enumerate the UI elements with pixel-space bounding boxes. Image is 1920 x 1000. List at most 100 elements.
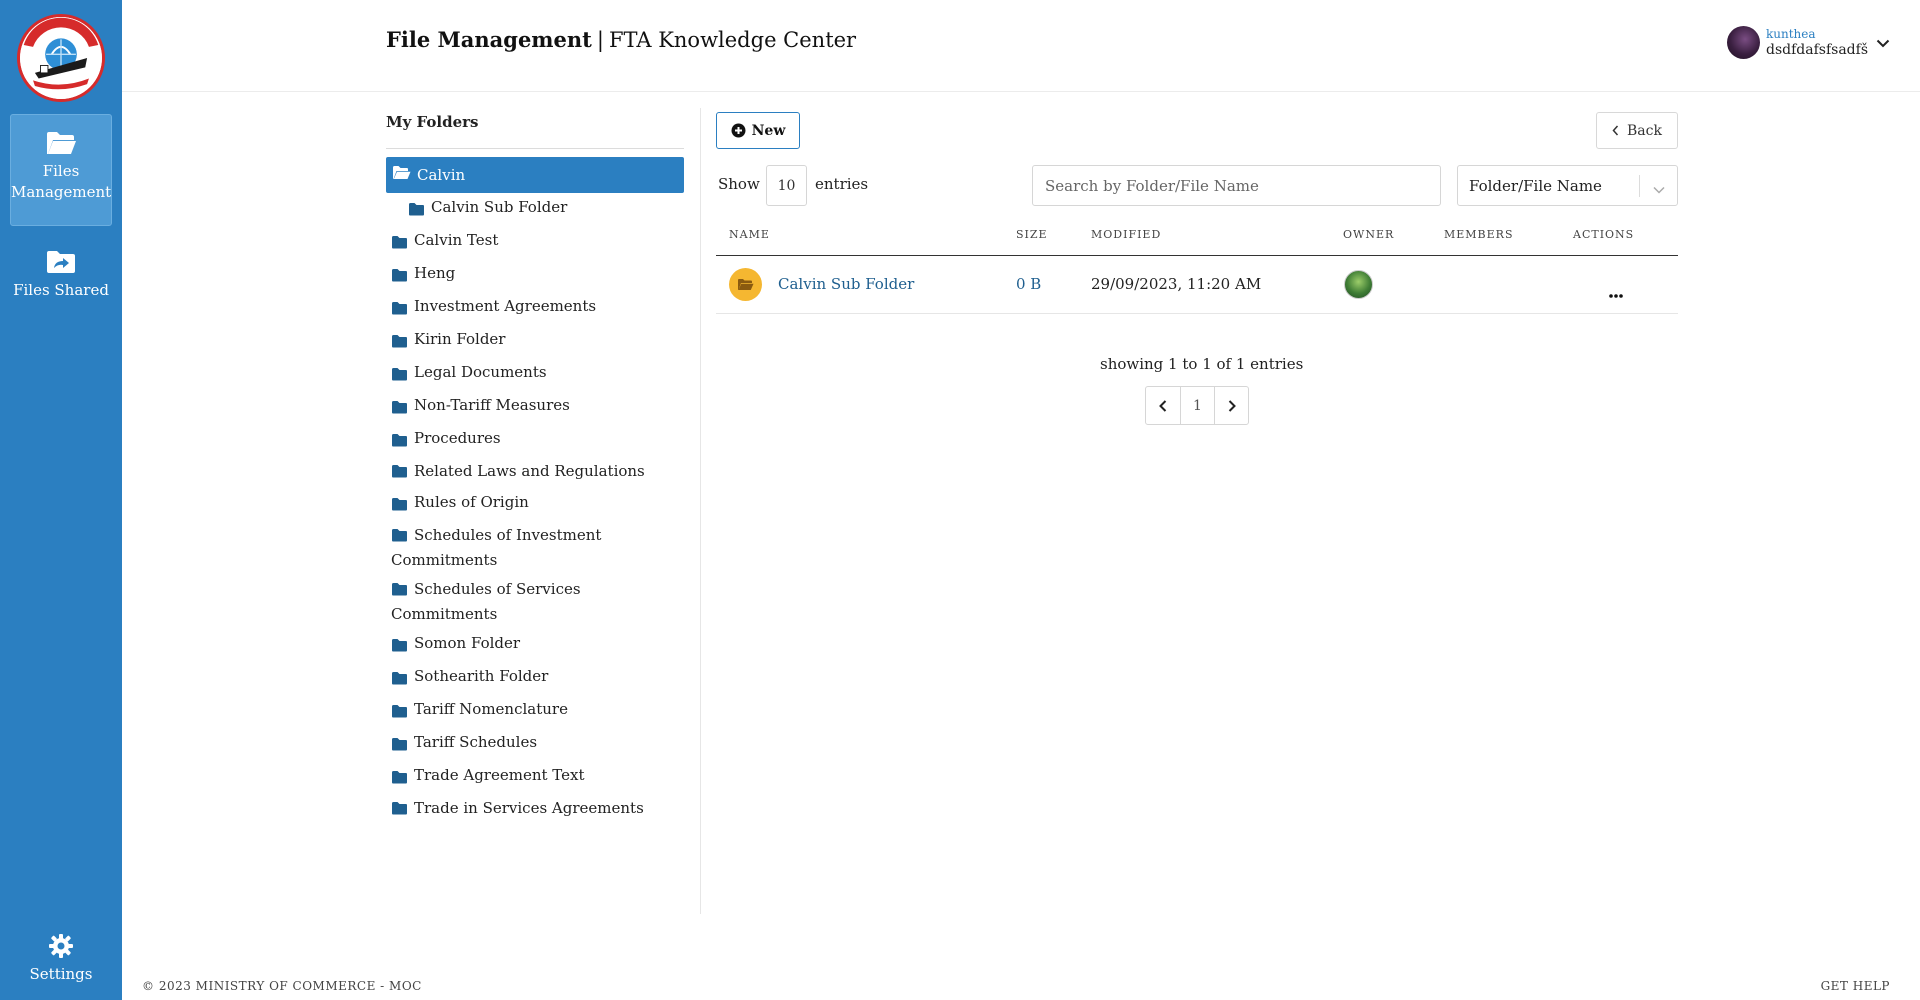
folder-icon [391,431,408,454]
chevron-down-icon[interactable] [1876,33,1890,52]
folder-open-icon [11,130,111,156]
sidebar: Files Management Files Shared Settings [0,0,122,1000]
column-header-name[interactable]: NAME [729,228,770,241]
folder-open-icon [729,268,762,301]
tree-folder-label: Investment Agreements [414,297,597,315]
tree-folder-item[interactable]: Rules of Origin [386,491,684,518]
get-help-link[interactable]: GET HELP [1821,979,1890,993]
header: File Management | FTA Knowledge Center kun… [122,0,1920,92]
nav-files-shared[interactable]: Files Shared [10,243,112,313]
nav-files-shared-label: Files Shared [13,281,109,299]
folder-icon [391,266,408,289]
tree-folder-label: Trade in Services Agreements [414,799,644,817]
folder-icon [391,526,408,549]
tree-folder-item[interactable]: Related Laws and Regulations [386,460,684,485]
footer-copyright: © 2023 MINISTRY OF COMMERCE - MOC [142,979,422,993]
tree-folder-item[interactable]: Calvin [386,157,684,193]
tree-folder-label: Procedures [414,429,501,447]
nav-files-management[interactable]: Files Management [10,114,112,226]
chevron-down-icon[interactable] [1653,180,1665,198]
tree-folder-item[interactable]: Schedules of Investment Commitments [386,524,684,572]
chevron-left-icon [1159,399,1167,412]
folder-icon [391,299,408,322]
column-header-members: MEMBERS [1444,228,1514,241]
user-avatar[interactable] [1727,26,1760,59]
folder-icon [408,200,425,223]
tree-folder-item[interactable]: Sothearith Folder [386,665,684,692]
column-header-size[interactable]: SIZE [1016,228,1048,241]
back-button[interactable]: Back [1596,112,1678,149]
row-divider [716,313,1678,314]
new-button-label: New [751,122,786,139]
tree-folder-label: Kirin Folder [414,330,506,348]
folder-icon [391,233,408,256]
tree-folder-item[interactable]: Non-Tariff Measures [386,394,684,421]
tree-folder-label: Calvin Test [414,231,499,249]
folder-icon [391,636,408,659]
tree-folder-item[interactable]: Trade Agreement Text [386,764,684,791]
tree-folder-label: Somon Folder [414,634,521,652]
tree-folder-label: Tariff Schedules [414,733,538,751]
tree-folder-label: Trade Agreement Text [414,766,585,784]
pagination-prev-button[interactable] [1146,387,1180,424]
chevron-left-icon [1612,125,1619,136]
folder-icon [391,365,408,388]
tree-folder-item[interactable]: Tariff Schedules [386,731,684,758]
table-row[interactable]: Calvin Sub Folder 0 B 29/09/2023, 11:20 … [716,256,1678,313]
owner-avatar[interactable] [1344,270,1373,299]
chevron-right-icon [1228,399,1236,412]
tree-folder-label: Tariff Nomenclature [414,700,568,718]
my-folders-title: My Folders [386,113,479,131]
tree-folder-label: Schedules of Investment Commitments [391,526,602,569]
column-header-actions: ACTIONS [1573,228,1635,241]
plus-circle-icon [731,123,746,138]
tree-folder-item[interactable]: Trade in Services Agreements [386,797,684,822]
nav-settings[interactable]: Settings [10,933,112,989]
more-actions-icon[interactable] [1609,283,1623,302]
tree-folder-item[interactable]: Tariff Nomenclature [386,698,684,725]
tree-folder-label: Legal Documents [414,363,547,381]
pagination-page-1[interactable]: 1 [1180,387,1214,424]
tree-subfolder-item[interactable]: Calvin Sub Folder [386,196,684,223]
tree-title-divider [386,148,684,149]
tree-folder-label: Schedules of Services Commitments [391,580,581,623]
folder-icon [391,495,408,518]
tree-folder-item[interactable]: Legal Documents [386,361,684,388]
entries-per-page-input[interactable]: 10 [766,165,807,206]
back-button-label: Back [1627,122,1662,139]
column-header-modified[interactable]: MODIFIED [1091,228,1161,241]
nav-files-management-label: Files Management [11,162,112,201]
folder-icon [391,702,408,725]
tree-folder-item[interactable]: Heng [386,262,684,289]
tree-folder-item[interactable]: Investment Agreements [386,295,684,322]
folder-icon [391,580,408,603]
tree-folder-item[interactable]: Kirin Folder [386,328,684,355]
tree-folder-item[interactable]: Somon Folder [386,632,684,659]
tree-folder-label: Heng [414,264,456,282]
tree-folder-item[interactable]: Calvin Test [386,229,684,256]
pagination: 1 [1145,386,1249,425]
row-name-link[interactable]: Calvin Sub Folder [778,275,914,293]
tree-folder-label: Calvin Sub Folder [431,198,568,216]
tree-folder-item[interactable]: Schedules of Services Commitments [386,578,684,626]
entries-label: entries [815,175,869,193]
gear-icon [10,933,112,959]
tree-folder-item[interactable]: Procedures [386,427,684,454]
select-divider [1639,175,1640,197]
nav-settings-label: Settings [29,965,93,983]
ministry-logo[interactable] [17,14,105,102]
page-title-main: File Management [386,27,592,52]
page-title: File Management | FTA Knowledge Center [386,27,856,52]
folder-icon [391,669,408,692]
row-size: 0 B [1016,275,1042,293]
folder-open-icon [392,164,411,187]
folder-icon [391,799,408,822]
show-label: Show [718,175,760,193]
user-menu[interactable]: kunthea dsdfdafsfsadfš [1727,26,1890,59]
search-input[interactable] [1032,165,1441,206]
new-button[interactable]: New [716,112,800,149]
search-field-select[interactable]: Folder/File Name [1457,165,1678,206]
user-role: kunthea [1766,26,1816,41]
column-header-owner: OWNER [1343,228,1395,241]
pagination-next-button[interactable] [1214,387,1248,424]
